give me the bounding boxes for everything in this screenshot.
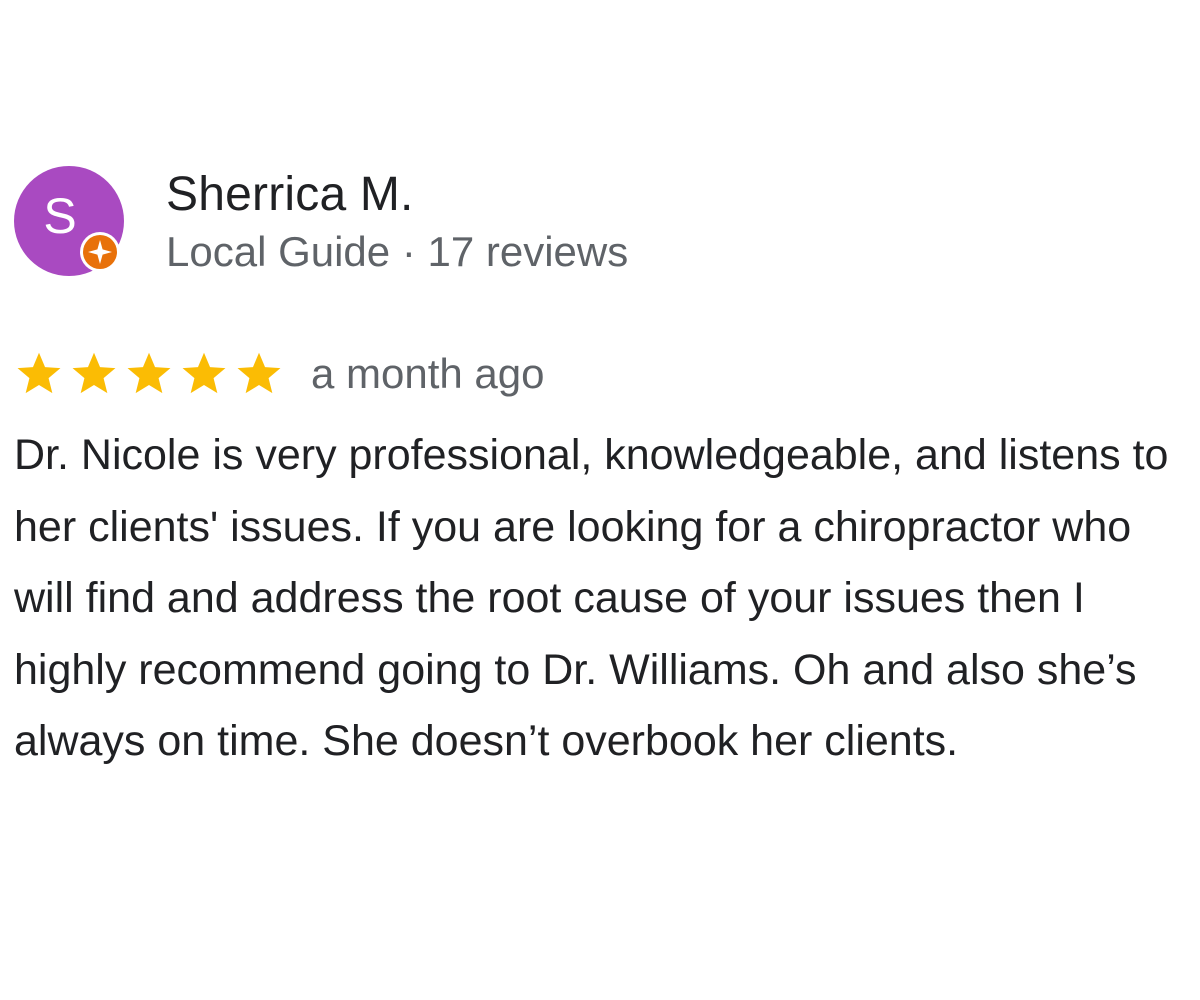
review-date: a month ago (311, 350, 545, 397)
reviewer-name[interactable]: Sherrica M. (166, 168, 628, 222)
star-icon (237, 352, 281, 394)
star-icon (182, 352, 226, 394)
local-guide-badge-icon (80, 232, 120, 272)
star-rating (14, 349, 289, 399)
reviewer-meta: Local Guide · 17 reviews (166, 228, 629, 275)
rating-row: a month ago (14, 346, 1194, 402)
avatar[interactable]: S (14, 166, 124, 276)
star-icon (127, 352, 171, 394)
review-text: Dr. Nicole is very professional, knowled… (14, 431, 1169, 765)
star-icon (72, 352, 116, 394)
reviewer-info: Sherrica M. Local Guide · 17 reviews (166, 166, 628, 278)
star-icon (17, 352, 61, 394)
reviewer-header: S Sherrica M. Local Guide · 17 reviews (14, 166, 1194, 278)
review-card: S Sherrica M. Local Guide · 17 reviews a… (14, 166, 1194, 778)
